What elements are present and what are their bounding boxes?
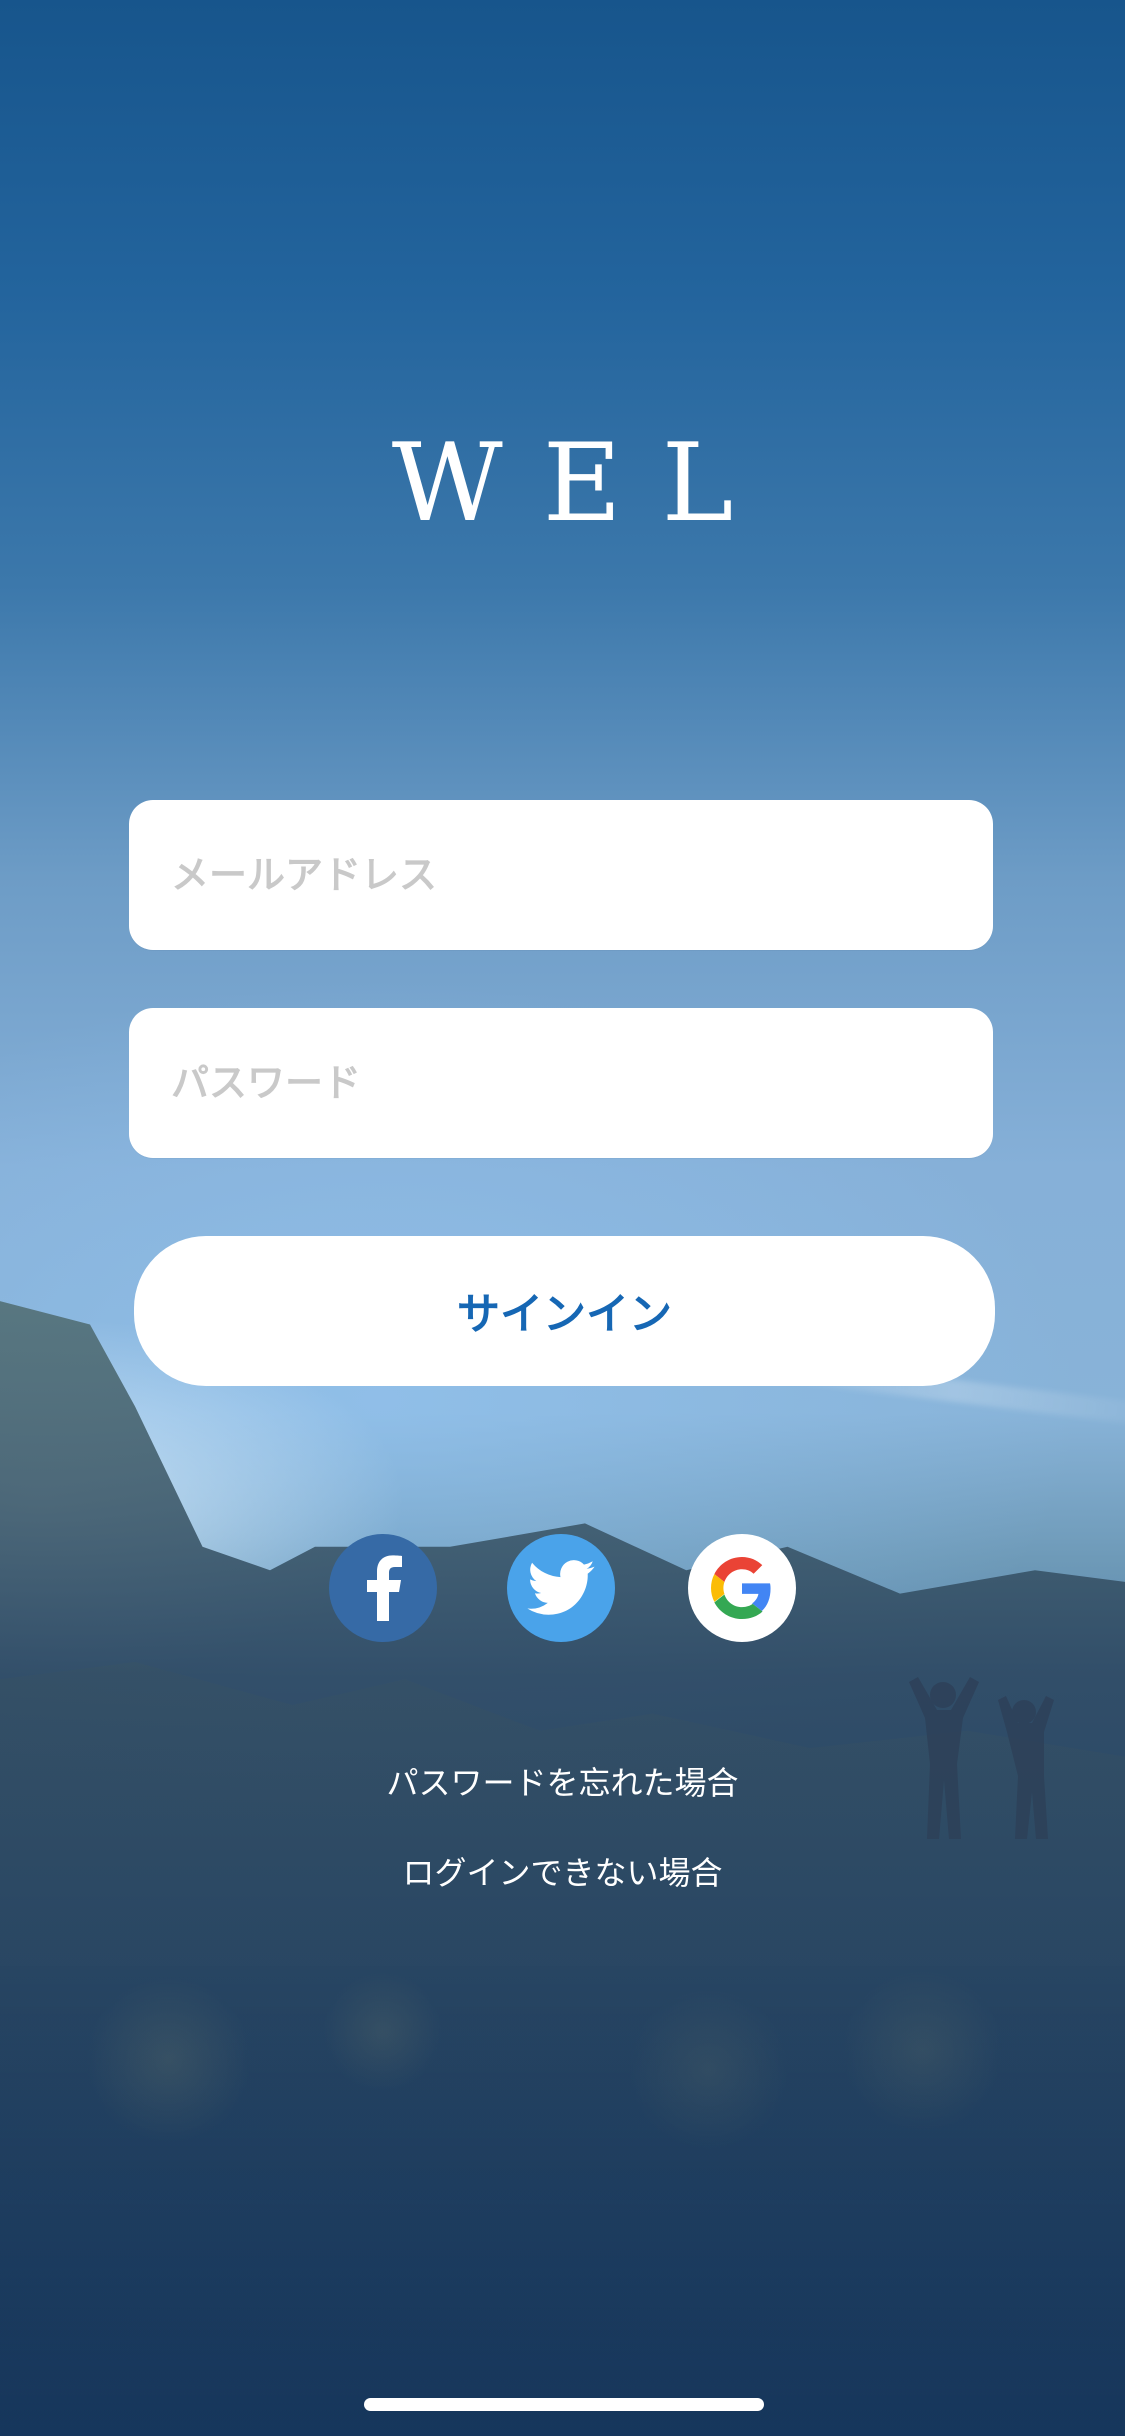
login-screen: WEL サインイン パスワードを忘れた場合 ログインできない場合: [0, 0, 1125, 2436]
google-login-button[interactable]: [688, 1534, 796, 1642]
mountain-background: [0, 1301, 1125, 2436]
foreground-landscape: [0, 1966, 1125, 2436]
email-input[interactable]: [129, 800, 993, 950]
facebook-icon: [367, 1555, 402, 1621]
twitter-login-button[interactable]: [507, 1534, 615, 1642]
forgot-password-link[interactable]: パスワードを忘れた場合: [0, 1764, 1125, 1802]
cannot-login-link[interactable]: ログインできない場合: [0, 1854, 1125, 1892]
facebook-login-button[interactable]: [329, 1534, 437, 1642]
twitter-icon: [527, 1560, 595, 1615]
people-silhouette-icon: [909, 1677, 1054, 1839]
home-indicator: [364, 2398, 764, 2411]
password-input[interactable]: [129, 1008, 993, 1158]
google-icon: [711, 1557, 771, 1619]
signin-button[interactable]: サインイン: [134, 1236, 995, 1386]
app-logo: WEL: [391, 421, 774, 546]
